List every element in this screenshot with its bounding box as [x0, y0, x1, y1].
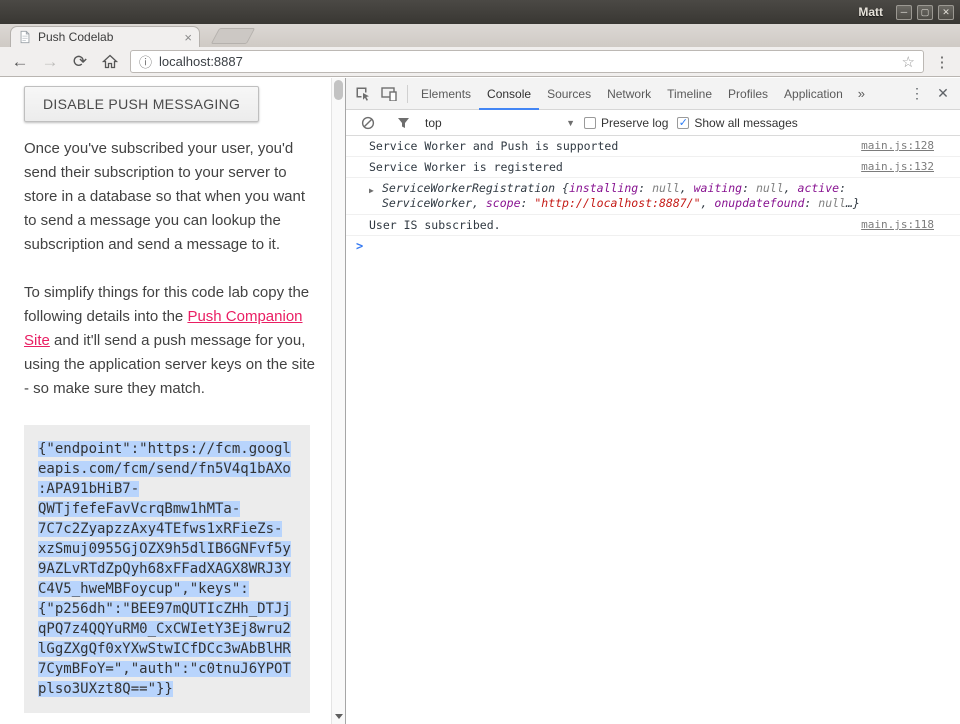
- tab-elements[interactable]: Elements: [413, 78, 479, 110]
- page-pane: DISABLE PUSH MESSAGING Once you've subsc…: [0, 78, 331, 724]
- browser-menu-button[interactable]: ⋮: [930, 53, 954, 71]
- tab-network[interactable]: Network: [599, 78, 659, 110]
- devtools-panel: Elements Console Sources Network Timelin…: [345, 78, 960, 724]
- paragraph-companion: To simplify things for this code lab cop…: [24, 281, 318, 401]
- tab-timeline[interactable]: Timeline: [659, 78, 720, 110]
- new-tab-button[interactable]: [211, 28, 256, 44]
- browser-tab-push-codelab[interactable]: Push Codelab ×: [10, 26, 200, 47]
- tab-profiles[interactable]: Profiles: [720, 78, 776, 110]
- url-text[interactable]: localhost:8887: [159, 54, 895, 69]
- minimize-button[interactable]: ─: [896, 5, 912, 20]
- preserve-log-label: Preserve log: [601, 116, 668, 130]
- paragraph-subscription: Once you've subscribed your user, you'd …: [24, 137, 318, 257]
- toolbar-divider: [407, 85, 408, 103]
- subscription-code-block[interactable]: {"endpoint":"https://fcm.googleapis.com/…: [24, 425, 310, 713]
- console-log: Service Worker and Push is supported mai…: [346, 136, 960, 724]
- close-window-button[interactable]: ✕: [938, 5, 954, 20]
- source-link[interactable]: main.js:132: [861, 160, 934, 174]
- browser-toolbar: ← → ⟳ ⓘ localhost:8887 ☆ ⋮: [0, 47, 960, 77]
- preserve-log-checkbox[interactable]: [584, 117, 596, 129]
- execution-context-select[interactable]: top ▼: [425, 116, 575, 130]
- url-bar[interactable]: ⓘ localhost:8887 ☆: [130, 50, 924, 73]
- console-message-text: Service Worker is registered: [369, 160, 849, 174]
- home-icon: [102, 54, 118, 69]
- home-button[interactable]: [96, 49, 124, 75]
- browser-window: Matt ─ ▢ ✕ Push Codelab × ← → ⟳: [0, 0, 960, 724]
- show-all-messages-label: Show all messages: [694, 116, 797, 130]
- expand-triangle-icon[interactable]: ▶: [369, 183, 374, 198]
- clear-console-icon: [361, 116, 375, 130]
- tab-strip: Push Codelab ×: [0, 24, 960, 47]
- os-titlebar[interactable]: Matt ─ ▢ ✕: [0, 0, 960, 24]
- inspect-cursor-icon: [355, 86, 371, 102]
- scrollbar-down-arrow-icon[interactable]: [335, 714, 343, 719]
- more-tabs-button[interactable]: »: [851, 86, 872, 101]
- tab-sources[interactable]: Sources: [539, 78, 599, 110]
- page-favicon-icon: [18, 30, 32, 44]
- console-message-row: Service Worker and Push is supported mai…: [346, 136, 960, 157]
- content-area: DISABLE PUSH MESSAGING Once you've subsc…: [0, 78, 960, 724]
- paragraph-companion-after: and it'll send a push message for you, u…: [24, 332, 315, 397]
- devtools-menu-button[interactable]: ⋮: [904, 85, 930, 102]
- prompt-chevron-icon: >: [356, 240, 363, 253]
- page-scrollbar[interactable]: [331, 78, 345, 724]
- console-message-text: Service Worker and Push is supported: [369, 139, 849, 153]
- disable-push-button[interactable]: DISABLE PUSH MESSAGING: [24, 86, 259, 122]
- show-all-messages-checkbox[interactable]: ✓: [677, 117, 689, 129]
- console-toolbar: top ▼ Preserve log ✓ Show all messages: [346, 110, 960, 136]
- window-title: Matt: [858, 5, 883, 19]
- device-toolbar-icon: [381, 87, 397, 101]
- tab-console[interactable]: Console: [479, 78, 539, 110]
- preserve-log-option[interactable]: Preserve log: [584, 116, 668, 130]
- context-dropdown-arrow-icon: ▼: [566, 118, 575, 128]
- console-message-text: User IS subscribed.: [369, 218, 849, 232]
- forward-button[interactable]: →: [36, 49, 64, 75]
- filter-funnel-icon: [397, 117, 410, 129]
- subscription-json[interactable]: {"endpoint":"https://fcm.googleapis.com/…: [38, 441, 291, 697]
- show-all-messages-option[interactable]: ✓ Show all messages: [677, 116, 797, 130]
- device-toolbar-button[interactable]: [376, 81, 402, 107]
- tab-close-icon[interactable]: ×: [184, 31, 192, 44]
- inspect-element-button[interactable]: [350, 81, 376, 107]
- back-button[interactable]: ←: [6, 49, 34, 75]
- console-object-row[interactable]: ▶ ServiceWorkerRegistration {installing:…: [346, 178, 960, 215]
- console-message-row: User IS subscribed. main.js:118: [346, 215, 960, 236]
- execution-context-value: top: [425, 116, 566, 130]
- console-prompt[interactable]: >: [346, 236, 960, 257]
- scrollbar-thumb[interactable]: [334, 80, 343, 100]
- source-link[interactable]: main.js:128: [861, 139, 934, 153]
- tab-title: Push Codelab: [38, 30, 178, 44]
- source-link[interactable]: main.js:118: [861, 218, 934, 232]
- filter-button[interactable]: [390, 110, 416, 136]
- tab-application[interactable]: Application: [776, 78, 851, 110]
- reload-button[interactable]: ⟳: [66, 49, 94, 75]
- console-message-row: Service Worker is registered main.js:132: [346, 157, 960, 178]
- object-preview-text: ServiceWorkerRegistration {installing: n…: [382, 181, 860, 210]
- bookmark-star-icon[interactable]: ☆: [902, 53, 915, 71]
- devtools-tabbar: Elements Console Sources Network Timelin…: [346, 78, 960, 110]
- maximize-button[interactable]: ▢: [917, 5, 933, 20]
- site-info-icon[interactable]: ⓘ: [139, 52, 152, 71]
- devtools-close-button[interactable]: ✕: [930, 85, 956, 102]
- clear-console-button[interactable]: [355, 110, 381, 136]
